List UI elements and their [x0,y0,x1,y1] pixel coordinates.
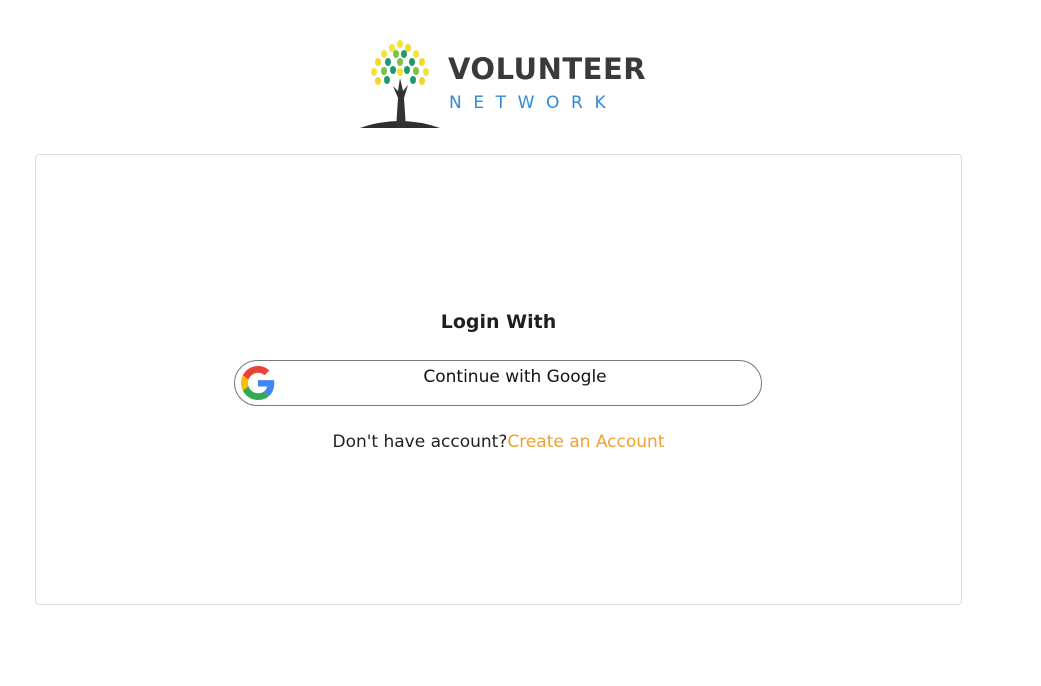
login-page: VOLUNTEER NETWORK Login With Continue wi… [0,0,1041,686]
signup-prompt-text: Don't have account? [332,432,508,452]
tree-icon [360,40,440,128]
login-card: Login With Continue with Google Don't ha… [35,154,962,605]
continue-with-google-button[interactable]: Continue with Google [234,360,762,406]
login-title: Login With [440,311,557,333]
create-account-link[interactable]: Create an Account [507,432,664,452]
logo-text-network: NETWORK [449,93,618,113]
volunteer-network-logo: VOLUNTEER NETWORK [360,38,650,130]
logo-text-volunteer: VOLUNTEER [448,52,647,86]
signup-prompt: Don't have account?Create an Account [36,432,961,452]
google-button-label: Continue with Google [423,367,607,387]
